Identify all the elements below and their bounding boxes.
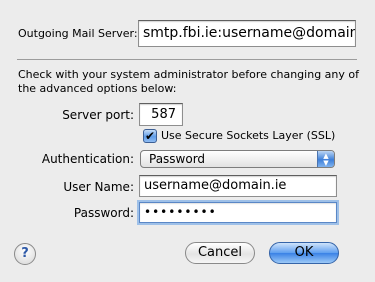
password-label: Password: [73, 206, 134, 220]
help-icon: ? [21, 246, 29, 261]
checkmark-icon: ✔ [144, 129, 156, 143]
ssl-label[interactable]: Use Secure Sockets Layer (SSL) [161, 129, 335, 143]
help-button[interactable]: ? [14, 243, 36, 265]
ok-button[interactable]: OK [269, 242, 339, 264]
authentication-label: Authentication: [41, 152, 134, 166]
server-port-label: Server port: [62, 108, 134, 122]
outgoing-server-field[interactable]: smtp.fbi.ie:username@domain.ie [138, 20, 356, 47]
password-field[interactable]: ••••••••• [139, 202, 337, 223]
cancel-button[interactable]: Cancel [185, 242, 255, 264]
ssl-checkbox[interactable]: ✔ [143, 129, 157, 143]
authentication-popup[interactable]: Password ▲ ▼ [140, 150, 335, 168]
username-label: User Name: [63, 180, 134, 194]
section-divider [17, 59, 357, 60]
username-field[interactable]: username@domain.ie [139, 175, 337, 197]
admin-note-line-2: the advanced options below: [18, 82, 177, 95]
authentication-selected: Password [149, 152, 206, 166]
admin-note-line-1: Check with your system administrator bef… [18, 68, 359, 81]
outgoing-server-label: Outgoing Mail Server: [18, 27, 138, 40]
server-port-field[interactable]: 587 [139, 103, 183, 126]
up-down-arrows-icon: ▲ ▼ [317, 151, 334, 167]
